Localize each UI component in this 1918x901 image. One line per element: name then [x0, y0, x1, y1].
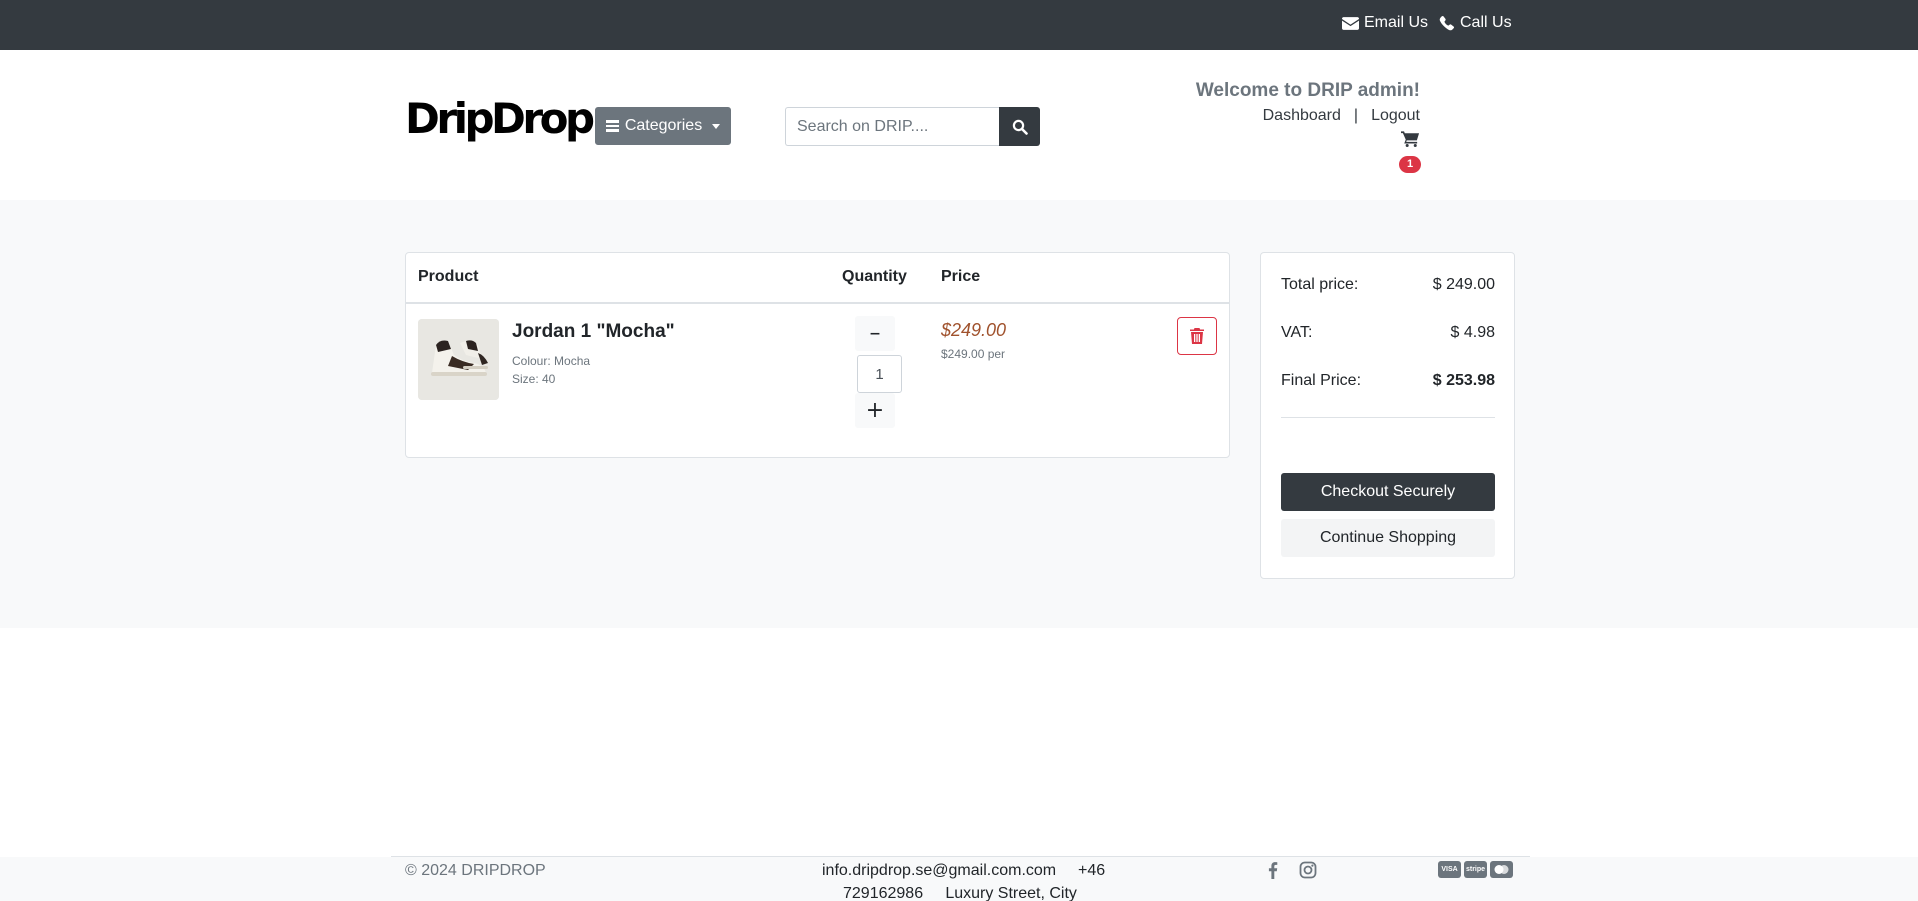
table-header-divider: [406, 302, 1229, 304]
footer-phone-number: 729162986: [843, 885, 924, 901]
quantity-decrease-button[interactable]: –: [855, 316, 895, 351]
caret-down-icon: [712, 123, 721, 129]
total-price-value: $ 249.00: [1432, 276, 1495, 293]
categories-dropdown-button[interactable]: Categories: [595, 107, 731, 145]
email-us-label: Email Us: [1364, 14, 1429, 31]
trash-icon: [1190, 328, 1204, 344]
order-summary: Total price: $ 249.00 VAT: $ 4.98 Final …: [1260, 252, 1515, 579]
vat-value: $ 4.98: [1450, 324, 1495, 341]
payment-methods: VISA stripe: [1438, 861, 1513, 878]
categories-label: Categories: [624, 117, 703, 134]
top-contact-bar: Email Us Call Us: [0, 0, 1918, 50]
link-separator: |: [1353, 107, 1359, 124]
cart-page-main: Product Quantity Price Jordan 1 "Mocha" …: [0, 200, 1918, 628]
search-icon: [1012, 119, 1028, 135]
quantity-input[interactable]: [857, 355, 902, 393]
mastercard-icon: [1490, 861, 1513, 878]
visa-icon: VISA: [1438, 861, 1461, 878]
call-us-link[interactable]: Call Us: [1438, 14, 1512, 32]
continue-shopping-button[interactable]: Continue Shopping: [1281, 519, 1495, 557]
facebook-link[interactable]: [1263, 860, 1283, 880]
cart-table: Product Quantity Price Jordan 1 "Mocha" …: [405, 252, 1230, 458]
welcome-message: Welcome to DRIP admin!: [1195, 80, 1420, 101]
item-unit-price: $249.00 per: [941, 347, 1006, 361]
item-price: $249.00: [941, 320, 1007, 340]
footer-email[interactable]: info.dripdrop.se@gmail.com.com: [822, 862, 1056, 880]
logout-link[interactable]: Logout: [1371, 107, 1420, 125]
vat-row: VAT: $ 4.98: [1281, 324, 1495, 342]
search-input[interactable]: [785, 107, 999, 146]
column-header-quantity: Quantity: [842, 268, 907, 285]
final-price-label: Final Price:: [1281, 372, 1362, 389]
facebook-icon: [1268, 862, 1278, 879]
email-us-link[interactable]: Email Us: [1342, 14, 1428, 32]
search-button[interactable]: [999, 107, 1040, 146]
product-name[interactable]: Jordan 1 "Mocha": [512, 321, 675, 343]
product-size: Size: 40: [512, 372, 556, 386]
envelope-icon: [1342, 16, 1359, 30]
hamburger-icon: [605, 120, 619, 132]
remove-item-button[interactable]: [1177, 317, 1217, 355]
column-header-price: Price: [941, 268, 981, 285]
phone-icon: [1439, 15, 1455, 30]
quantity-increase-button[interactable]: +: [855, 393, 895, 428]
sneaker-image: [418, 319, 499, 400]
footer-phone-prefix: +46: [1078, 862, 1106, 879]
footer-copyright: © 2024 DRIPDROP: [405, 862, 546, 879]
product-image[interactable]: [418, 319, 499, 400]
instagram-icon: [1299, 861, 1317, 879]
call-us-label: Call Us: [1460, 14, 1512, 31]
footer-phone-address: 729162986 Luxury Street, City: [843, 885, 1077, 901]
final-price-value: $ 253.98: [1432, 372, 1495, 389]
total-price-row: Total price: $ 249.00: [1281, 276, 1495, 294]
vat-label: VAT:: [1281, 324, 1313, 341]
column-header-product: Product: [418, 268, 479, 285]
site-header: DripDrop Categories Welcome to DRIP admi…: [0, 50, 1918, 200]
dashboard-link[interactable]: Dashboard: [1263, 107, 1341, 125]
account-links: Dashboard | Logout: [1263, 107, 1420, 125]
site-logo[interactable]: DripDrop: [405, 98, 595, 140]
summary-divider: [1281, 417, 1495, 418]
stripe-icon: stripe: [1464, 861, 1487, 878]
total-price-label: Total price:: [1281, 276, 1359, 293]
final-price-row: Final Price: $ 253.98: [1281, 372, 1495, 390]
instagram-link[interactable]: [1298, 860, 1318, 880]
cart-count-badge: 1: [1399, 156, 1421, 173]
shopping-cart-icon: [1401, 131, 1420, 147]
cart-button[interactable]: [1401, 130, 1421, 152]
product-colour: Colour: Mocha: [512, 354, 591, 368]
checkout-button[interactable]: Checkout Securely: [1281, 473, 1495, 511]
footer-address: Luxury Street, City: [945, 885, 1077, 901]
